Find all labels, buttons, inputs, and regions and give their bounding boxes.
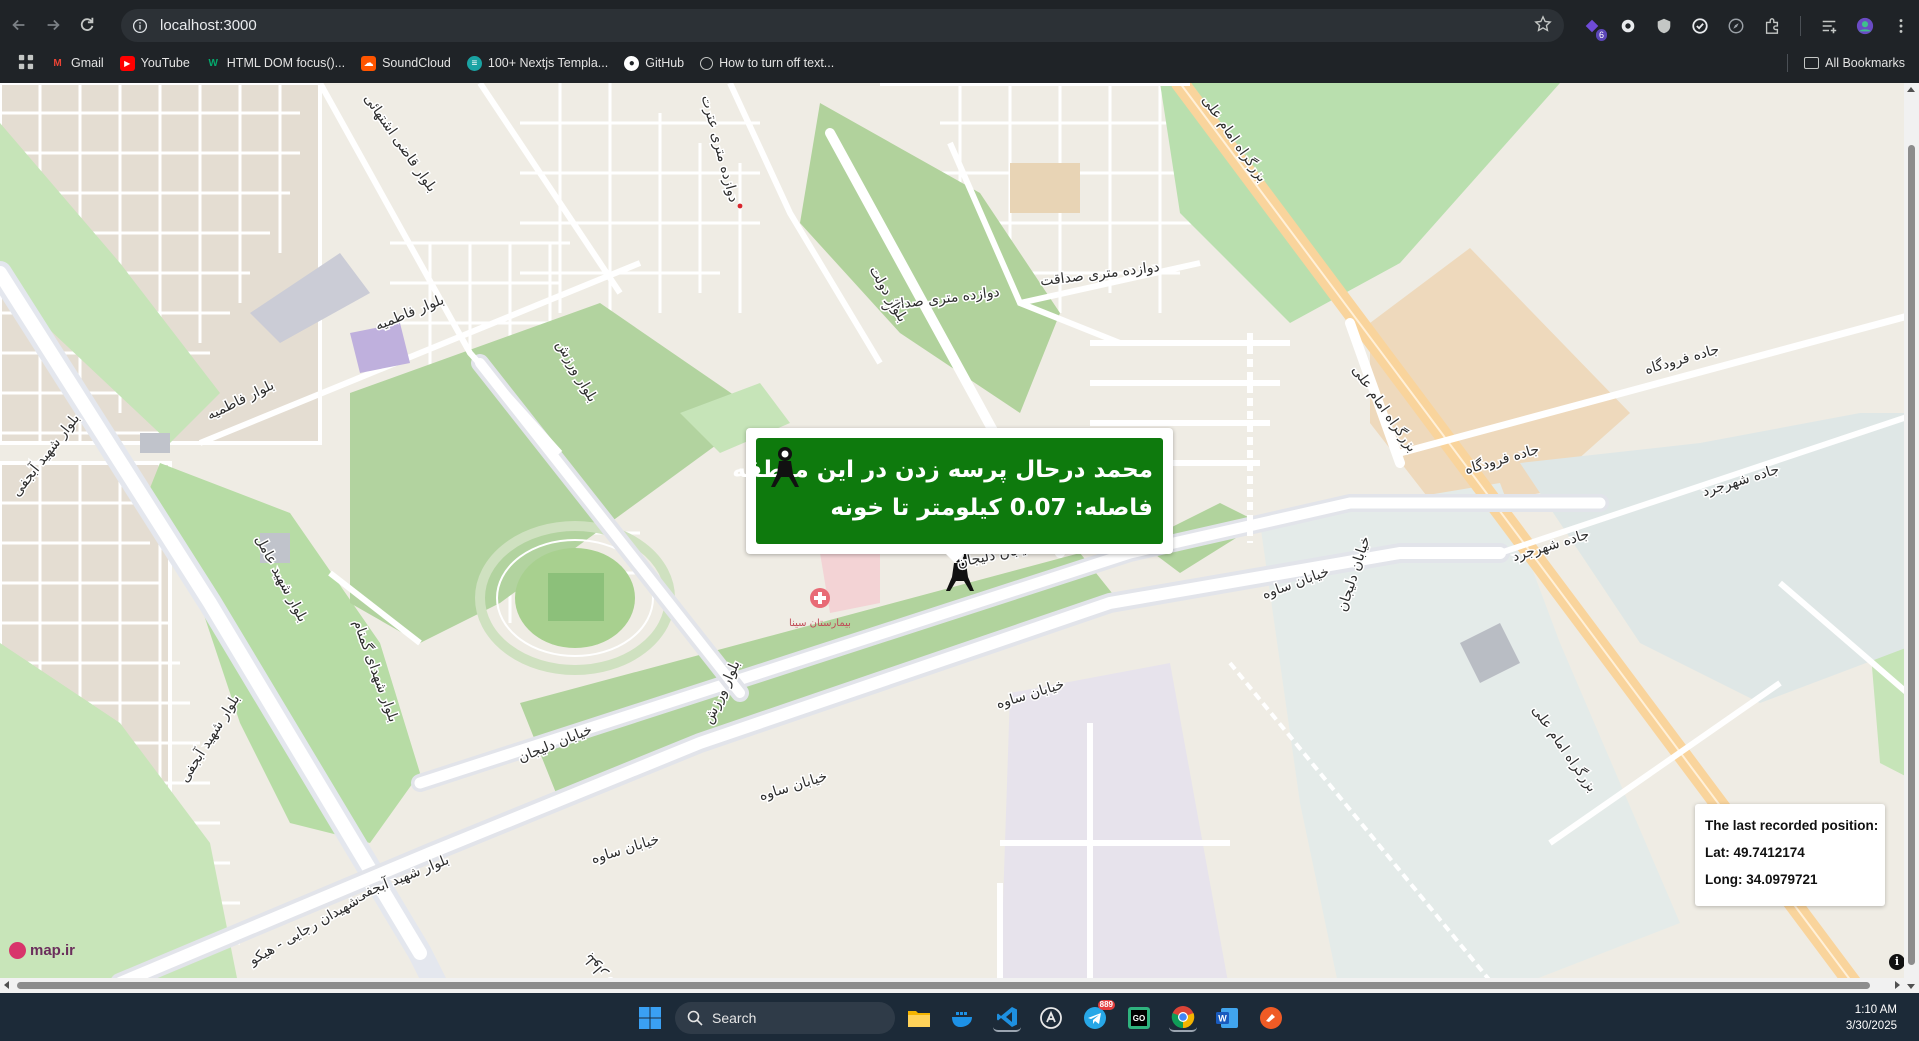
purple-ext-icon[interactable]: 6 [1580, 15, 1607, 41]
word-icon[interactable]: W [1213, 1004, 1241, 1032]
bookmark-how-to-turn-off-text[interactable]: How to turn off text... [700, 56, 834, 70]
all-bookmarks-label: All Bookmarks [1825, 56, 1905, 70]
popup-content: محمد درحال پرسه زدن در این منطقه فاصله: … [732, 438, 1163, 544]
w3schools-icon: W [208, 57, 218, 69]
bookmark-label: HTML DOM focus()... [226, 56, 346, 70]
profile-avatar-icon[interactable] [1853, 15, 1877, 37]
vertical-scrollbar[interactable] [1904, 83, 1919, 993]
address-bar[interactable]: localhost:3000 [121, 9, 1564, 42]
map-viewport[interactable]: بیمارستان سینا خیابان دلیجان خیابان دلیج… [0, 83, 1919, 993]
site-info-icon[interactable] [130, 16, 150, 36]
compass-ext-icon[interactable] [1724, 15, 1748, 37]
telegram-icon[interactable]: 889 [1081, 1000, 1115, 1032]
bookmark-nextjs-templates[interactable]: ≡ 100+ Nextjs Templa... [466, 55, 609, 71]
reload-icon[interactable] [72, 10, 102, 40]
bookmark-star-icon[interactable] [1534, 15, 1554, 35]
vertical-scroll-thumb[interactable] [1908, 145, 1915, 965]
bookmark-label: Gmail [71, 56, 104, 70]
bookmark-github[interactable]: ● GitHub [624, 55, 685, 71]
docker-icon[interactable] [949, 1004, 977, 1032]
nextjs-templates-icon: ≡ [466, 55, 482, 71]
bookmark-label: GitHub [645, 56, 685, 70]
popup-distance-text: فاصله: 0.07 کیلومتر تا خونه [830, 495, 1153, 521]
puzzle-extensions-icon[interactable] [1760, 15, 1784, 37]
bookmark-label: YouTube [140, 56, 190, 70]
goland-icon[interactable]: GO [1125, 1004, 1153, 1032]
taskbar-search-box[interactable]: Search [675, 1002, 895, 1034]
bookmark-youtube[interactable]: ▶ YouTube [119, 55, 190, 71]
extensions-area: 6 [1580, 15, 1913, 41]
hospital-label: بیمارستان سینا [789, 618, 851, 629]
scroll-right-icon[interactable] [1895, 981, 1900, 989]
kebab-menu-icon[interactable] [1889, 15, 1913, 37]
browser-toolbar: localhost:3000 6 M Gmail ▶ YouTube W HTM… [0, 0, 1919, 83]
file-explorer-icon[interactable] [905, 1004, 933, 1032]
svg-text:W: W [1218, 1014, 1227, 1024]
horizontal-scroll-thumb[interactable] [17, 982, 1870, 989]
clock-date: 3/30/2025 [1845, 1020, 1897, 1032]
last-position-panel: The last recorded position: Lat: 49.7412… [1695, 804, 1885, 906]
forward-arrow-icon[interactable] [38, 10, 68, 40]
mapir-attribution-text: map.ir [30, 942, 76, 959]
search-icon [687, 1010, 703, 1026]
back-arrow-icon[interactable] [4, 10, 34, 40]
shield-ext-icon[interactable] [1652, 15, 1676, 37]
soundcloud-icon: ☁ [361, 55, 377, 71]
longitude-text: Long: 34.0979721 [1705, 872, 1818, 887]
windows-taskbar: Search 889 GO W 1:10 AM 3/30/2025 [0, 993, 1919, 1041]
mapir-attribution-logo[interactable]: map.ir [9, 942, 75, 959]
bookmarks-bar: M Gmail ▶ YouTube W HTML DOM focus()... … [0, 49, 1919, 77]
popup-status-text: محمد درحال پرسه زدن در این منطقه [732, 457, 1153, 483]
globe-icon [700, 56, 714, 70]
chrome-icon[interactable] [1169, 1004, 1197, 1032]
svg-text:GO: GO [1133, 1014, 1145, 1023]
bookmarks-separator [1787, 54, 1789, 72]
address-bar-row: localhost:3000 6 [0, 6, 1919, 44]
search-label: Search [712, 1010, 757, 1026]
red-dot-marker [737, 203, 743, 209]
location-popup: محمد درحال پرسه زدن در این منطقه فاصله: … [732, 428, 1173, 563]
ai-app-icon[interactable] [1037, 1004, 1065, 1032]
person-icon [771, 447, 799, 487]
apps-grid-icon[interactable] [18, 54, 36, 72]
system-clock[interactable]: 1:10 AM 3/30/2025 [1846, 1002, 1897, 1034]
bookmark-html-dom-focus[interactable]: W HTML DOM focus()... [206, 56, 346, 71]
postman-icon[interactable] [1257, 1004, 1285, 1032]
check-circle-ext-icon[interactable] [1688, 15, 1712, 37]
bookmark-label: SoundCloud [382, 56, 451, 70]
url-text[interactable]: localhost:3000 [160, 17, 257, 34]
vscode-icon[interactable] [993, 1004, 1021, 1032]
scroll-down-icon[interactable] [1907, 984, 1915, 989]
scroll-up-icon[interactable] [1907, 87, 1915, 92]
hospital-marker [810, 588, 830, 608]
bookmark-label: How to turn off text... [719, 56, 835, 70]
windows-start-icon[interactable] [638, 1006, 662, 1030]
circle-ext-icon[interactable] [1616, 15, 1640, 37]
bookmark-label: 100+ Nextjs Templa... [487, 56, 609, 70]
extension-badge: 6 [1595, 29, 1607, 41]
scroll-left-icon[interactable] [4, 981, 9, 989]
last-position-title: The last recorded position: [1705, 818, 1879, 833]
telegram-badge: 889 [1097, 1000, 1115, 1010]
clock-time: 1:10 AM [1854, 1004, 1897, 1016]
toolbar-separator [1800, 16, 1801, 36]
gmail-icon: M [53, 57, 62, 69]
bookmark-gmail[interactable]: M Gmail [50, 56, 104, 71]
horizontal-scrollbar[interactable] [0, 978, 1904, 993]
latitude-text: Lat: 49.7412174 [1705, 845, 1805, 860]
reading-list-icon[interactable] [1817, 15, 1841, 37]
mapir-logo-icon [9, 942, 26, 959]
info-icon[interactable]: i [1889, 954, 1905, 970]
youtube-icon: ▶ [119, 55, 135, 71]
all-bookmarks-button[interactable]: All Bookmarks [1787, 54, 1905, 72]
folder-icon [1804, 57, 1820, 69]
bookmark-soundcloud[interactable]: ☁ SoundCloud [361, 55, 451, 71]
github-icon: ● [624, 55, 640, 71]
